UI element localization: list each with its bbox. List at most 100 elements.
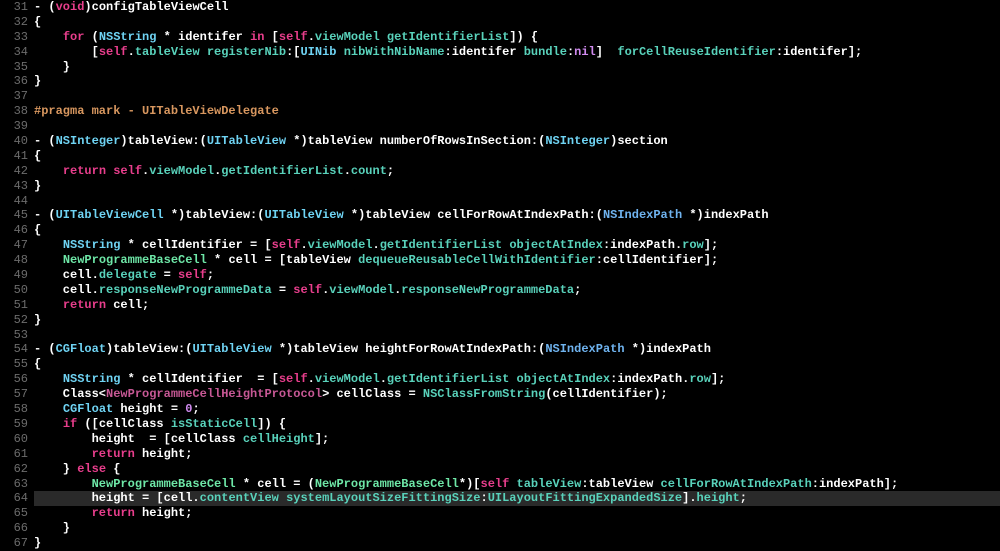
code-line[interactable]: }	[34, 74, 1000, 89]
code-line[interactable]: - (NSInteger)tableView:(UITableView *)ta…	[34, 134, 1000, 149]
token-keyword: self	[178, 268, 207, 282]
token-plain: *)tableView numberOfRowsInSection:(	[286, 134, 545, 148]
code-line[interactable]: return self.viewModel.getIdentifierList.…	[34, 164, 1000, 179]
token-plain: ]) {	[509, 30, 538, 44]
code-area[interactable]: - (void)configTableViewCell{ for (NSStri…	[34, 0, 1000, 551]
code-line[interactable]: }	[34, 60, 1000, 75]
token-plain: cell.	[34, 268, 99, 282]
code-line[interactable]: - (UITableViewCell *)tableView:(UITableV…	[34, 208, 1000, 223]
token-keyword: for	[63, 30, 85, 44]
code-line[interactable]: cell.delegate = self;	[34, 268, 1000, 283]
token-plain: :identifer];	[776, 45, 862, 59]
code-line[interactable]: if ([cellClass isStaticCell]) {	[34, 417, 1000, 432]
line-number: 47	[0, 238, 28, 253]
code-line[interactable]: {	[34, 149, 1000, 164]
code-line[interactable]: }	[34, 521, 1000, 536]
token-plain: .	[308, 372, 315, 386]
line-number: 33	[0, 30, 28, 45]
token-plain: (cellIdentifier);	[545, 387, 667, 401]
line-number: 50	[0, 283, 28, 298]
code-line[interactable]: for (NSString * identifer in [self.viewM…	[34, 30, 1000, 45]
code-line[interactable]: #pragma mark - UITableViewDelegate	[34, 104, 1000, 119]
code-line[interactable]: return cell;	[34, 298, 1000, 313]
token-plain: ].	[682, 491, 696, 505]
code-line[interactable]: } else {	[34, 462, 1000, 477]
token-keyword: in	[250, 30, 264, 44]
code-line[interactable]: }	[34, 536, 1000, 551]
token-prop: viewModel	[315, 372, 380, 386]
token-prop: responseNewProgrammeData	[99, 283, 272, 297]
code-line[interactable]	[34, 328, 1000, 343]
code-line[interactable]: NSString * cellIdentifier = [self.viewMo…	[34, 372, 1000, 387]
code-line[interactable]	[34, 89, 1000, 104]
token-keyword: self	[481, 477, 510, 491]
token-keyword: else	[77, 462, 106, 476]
token-plain: * cellIdentifier = [	[120, 238, 271, 252]
code-line[interactable]: height = [cellClass cellHeight];	[34, 432, 1000, 447]
token-plain	[34, 402, 63, 416]
token-prop: cellHeight	[243, 432, 315, 446]
token-keyword: self	[272, 238, 301, 252]
token-plain: :indexPath];	[812, 477, 898, 491]
code-line[interactable]: cell.responseNewProgrammeData = self.vie…	[34, 283, 1000, 298]
code-line[interactable]: Class<NewProgrammeCellHeightProtocol> ce…	[34, 387, 1000, 402]
token-type: UITableView	[264, 208, 343, 222]
line-number: 67	[0, 536, 28, 551]
code-line[interactable]: [self.tableView registerNib:[UINib nibWi…	[34, 45, 1000, 60]
token-plain: .	[372, 238, 379, 252]
token-plain	[380, 30, 387, 44]
line-number: 31	[0, 0, 28, 15]
code-line[interactable]: NewProgrammeBaseCell * cell = [tableView…	[34, 253, 1000, 268]
token-plain: .	[128, 45, 135, 59]
code-line[interactable]: height = [cell.contentView systemLayoutS…	[34, 491, 1000, 506]
token-plain: {	[34, 357, 41, 371]
token-plain: ;	[740, 491, 747, 505]
code-line[interactable]: }	[34, 313, 1000, 328]
token-prop: viewModel	[308, 238, 373, 252]
token-type: NSString	[63, 238, 121, 252]
line-number: 42	[0, 164, 28, 179]
code-editor[interactable]: 3132333435363738394041424344454647484950…	[0, 0, 1000, 551]
token-plain	[200, 45, 207, 59]
line-number: 55	[0, 357, 28, 372]
code-line[interactable]: {	[34, 223, 1000, 238]
token-plain: :indexPath.	[603, 238, 682, 252]
code-line[interactable]: NewProgrammeBaseCell * cell = (NewProgra…	[34, 477, 1000, 492]
token-keyword: return	[92, 447, 135, 461]
token-plain	[34, 477, 92, 491]
token-prop: tableView	[517, 477, 582, 491]
token-prop: contentView	[200, 491, 279, 505]
token-plain: :cellIdentifier];	[596, 253, 718, 267]
token-prop: getIdentifierList	[387, 372, 509, 386]
code-line[interactable]: CGFloat height = 0;	[34, 402, 1000, 417]
line-number: 52	[0, 313, 28, 328]
token-keyword: self	[279, 30, 308, 44]
token-type: UINib	[300, 45, 336, 59]
code-line[interactable]: - (void)configTableViewCell	[34, 0, 1000, 15]
line-number: 61	[0, 447, 28, 462]
token-prop: cellForRowAtIndexPath	[661, 477, 812, 491]
token-plain: {	[106, 462, 120, 476]
code-line[interactable]: return height;	[34, 506, 1000, 521]
line-number: 62	[0, 462, 28, 477]
code-line[interactable]	[34, 194, 1000, 209]
code-line[interactable]: {	[34, 15, 1000, 30]
token-plain: :identifer	[445, 45, 524, 59]
token-ident: NewProgrammeBaseCell	[315, 477, 459, 491]
line-number: 41	[0, 149, 28, 164]
token-plain: *)tableView cellForRowAtIndexPath:(	[344, 208, 603, 222]
token-type: UITableViewCell	[56, 208, 164, 222]
token-prop: getIdentifierList	[380, 238, 502, 252]
code-line[interactable]: return height;	[34, 447, 1000, 462]
line-number: 40	[0, 134, 28, 149]
token-plain: cell.	[34, 283, 99, 297]
token-plain: *)indexPath	[682, 208, 768, 222]
token-keyword: void	[56, 0, 85, 14]
token-plain: }	[34, 521, 70, 535]
code-line[interactable]: {	[34, 357, 1000, 372]
code-line[interactable]: - (CGFloat)tableView:(UITableView *)tabl…	[34, 342, 1000, 357]
code-line[interactable]	[34, 119, 1000, 134]
token-prop: delegate	[99, 268, 157, 282]
code-line[interactable]: }	[34, 179, 1000, 194]
code-line[interactable]: NSString * cellIdentifier = [self.viewMo…	[34, 238, 1000, 253]
